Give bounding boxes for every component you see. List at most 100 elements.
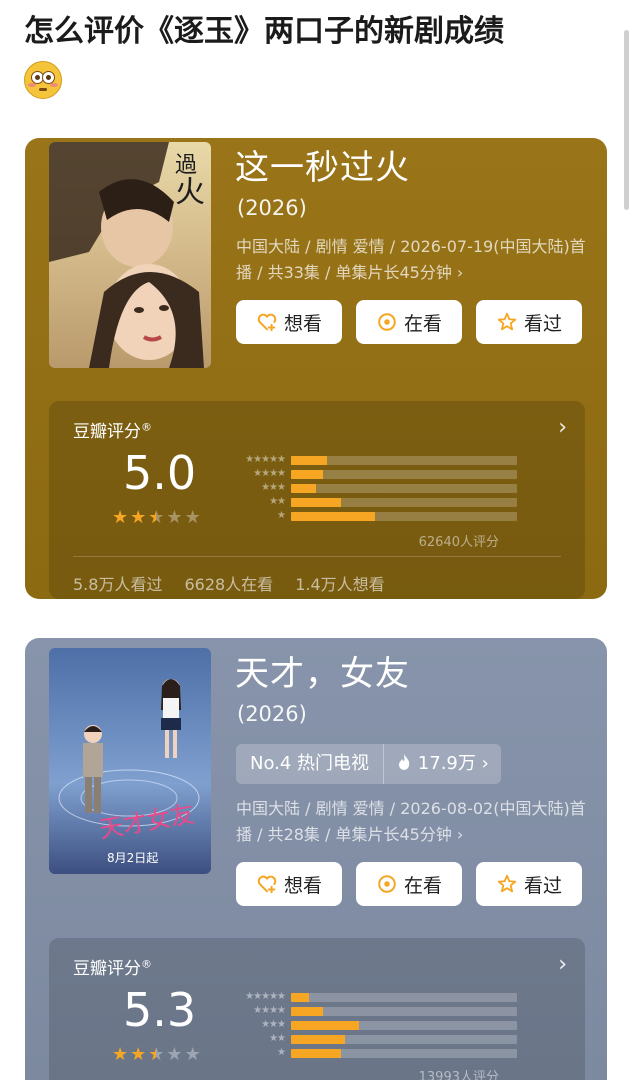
flushed-face-emoji-icon [24,60,62,99]
drama-year: (2026) [237,702,307,726]
star-icon: ★ [130,1044,147,1065]
drama-card-1[interactable]: 過 火 这一秒过火 (2026) 中国大陆 / 剧情 爱情 / 2026-07-… [25,138,607,599]
distribution-row: ★★★★ [227,1004,517,1018]
audience-stats: 5.8万人看过 6628人在看 1.4万人想看 [73,571,385,595]
distribution-fill [291,1006,323,1016]
want-label: 想看 [283,874,322,897]
rating-count: 62640人评分 [418,535,499,550]
distribution-fill [291,1034,346,1044]
want-to-watch-button[interactable]: 想看 [236,862,342,906]
watched-button[interactable]: 看过 [476,300,582,344]
star-outline-icon [497,874,517,893]
distribution-row: ★★ [227,1032,517,1046]
distribution-bar [291,497,517,507]
distribution-row: ★ [227,509,517,523]
want-label: 想看 [283,312,322,335]
rating-label: 豆瓣评分® [73,957,152,979]
distribution-stars-icon: ★★ [269,496,286,507]
want-to-watch-button[interactable]: 想看 [236,300,342,344]
watching-label: 在看 [403,874,442,897]
distribution-row: ★★★ [227,481,517,495]
svg-text:8月2日起: 8月2日起 [107,851,158,865]
poster-image[interactable]: 過 火 [49,142,211,368]
star-icon: ★ [166,1044,183,1065]
star-icon: ★ [148,507,165,528]
star-outline-icon [497,312,517,331]
action-buttons: 想看 在看 看过 [236,862,582,906]
distribution-row: ★★★★★ [227,453,517,467]
watching-count: 6628人在看 [184,575,274,594]
chevron-right-icon[interactable]: › [558,415,567,440]
heart-plus-icon [257,313,277,332]
want-count: 1.4万人想看 [295,575,385,594]
star-icon: ★ [112,507,129,528]
distribution-stars-icon: ★ [277,510,286,521]
action-buttons: 想看 在看 看过 [236,300,582,344]
douban-rating-panel[interactable]: 豆瓣评分® › 5.3 ★ ★ ★ ★ ★ ★★★★★ ★★★★ ★★★ ★★ ★ 13993人… [49,938,585,1080]
watched-button[interactable]: 看过 [476,862,582,906]
hot-rank: No.4 热门电视 [236,744,385,784]
douban-rating-panel[interactable]: 豆瓣评分® › 5.0 ★ ★ ★ ★ ★ ★★★★★ ★★★★ ★★★ ★★ ★ 62640人… [49,401,585,599]
target-icon [378,875,396,893]
chevron-right-icon[interactable]: › [558,952,567,977]
drama-year: (2026) [237,196,307,220]
distribution-fill [291,992,310,1002]
distribution-row: ★ [227,1046,517,1060]
flame-icon [399,754,410,770]
post-title: 怎么评价《逐玉》两口子的新剧成绩 [24,10,614,99]
distribution-stars-icon: ★★★ [261,482,286,493]
watched-count: 5.8万人看过 [73,575,163,594]
distribution-bar [291,1034,517,1044]
distribution-stars-icon: ★★★★★ [245,991,286,1002]
drama-info[interactable]: 中国大陆 / 剧情 爱情 / 2026-08-02(中国大陆)首播 / 共28集… [236,796,586,848]
rating-distribution: ★★★★★ ★★★★ ★★★ ★★ ★ [227,990,517,1060]
watching-button[interactable]: 在看 [356,862,462,906]
heat-value: 17.9万 › [384,744,501,784]
drama-title[interactable]: 这一秒过火 [235,148,410,188]
distribution-fill [291,483,316,493]
distribution-fill [291,511,375,521]
distribution-bar [291,469,517,479]
watched-label: 看过 [523,874,562,897]
poster-image[interactable]: 天才女友 8月2日起 [49,648,211,874]
watching-label: 在看 [403,312,442,335]
distribution-bar [291,511,517,521]
target-icon [378,313,396,331]
hot-ranking-badge[interactable]: No.4 热门电视 17.9万 › [236,744,501,784]
rating-label: 豆瓣评分® [73,420,152,442]
divider [73,556,561,557]
star-icon: ★ [112,1044,129,1065]
distribution-stars-icon: ★★★★★ [245,454,286,465]
distribution-row: ★★★★ [227,467,517,481]
distribution-fill [291,469,323,479]
rating-score: 5.0 [123,446,197,500]
distribution-row: ★★★ [227,1018,517,1032]
distribution-fill [291,1020,359,1030]
rating-distribution: ★★★★★ ★★★★ ★★★ ★★ ★ [227,453,517,523]
distribution-fill [291,497,341,507]
star-icon: ★ [184,1044,201,1065]
watched-label: 看过 [523,312,562,335]
distribution-stars-icon: ★★★ [261,1019,286,1030]
star-icon: ★ [166,507,183,528]
star-icon: ★ [184,507,201,528]
distribution-stars-icon: ★★ [269,1033,286,1044]
drama-info[interactable]: 中国大陆 / 剧情 爱情 / 2026-07-19(中国大陆)首播 / 共33集… [236,234,586,286]
rating-stars: ★ ★ ★ ★ ★ [112,509,201,527]
rating-count: 13993人评分 [418,1070,499,1080]
drama-card-2[interactable]: 天才女友 8月2日起 天才，女友 (2026) No.4 热门电视 17.9万 … [25,638,607,1080]
distribution-bar [291,1048,517,1058]
svg-text:火: 火 [175,175,205,210]
drama-title[interactable]: 天才，女友 [235,654,410,694]
star-icon: ★ [130,507,147,528]
rating-stars: ★ ★ ★ ★ ★ [112,1046,201,1064]
heart-plus-icon [257,875,277,894]
rating-score: 5.3 [123,983,197,1037]
distribution-bar [291,992,517,1002]
distribution-fill [291,1048,341,1058]
watching-button[interactable]: 在看 [356,300,462,344]
scrollbar[interactable] [624,30,629,210]
distribution-fill [291,455,328,465]
distribution-stars-icon: ★★★★ [253,1005,286,1016]
distribution-row: ★★ [227,495,517,509]
